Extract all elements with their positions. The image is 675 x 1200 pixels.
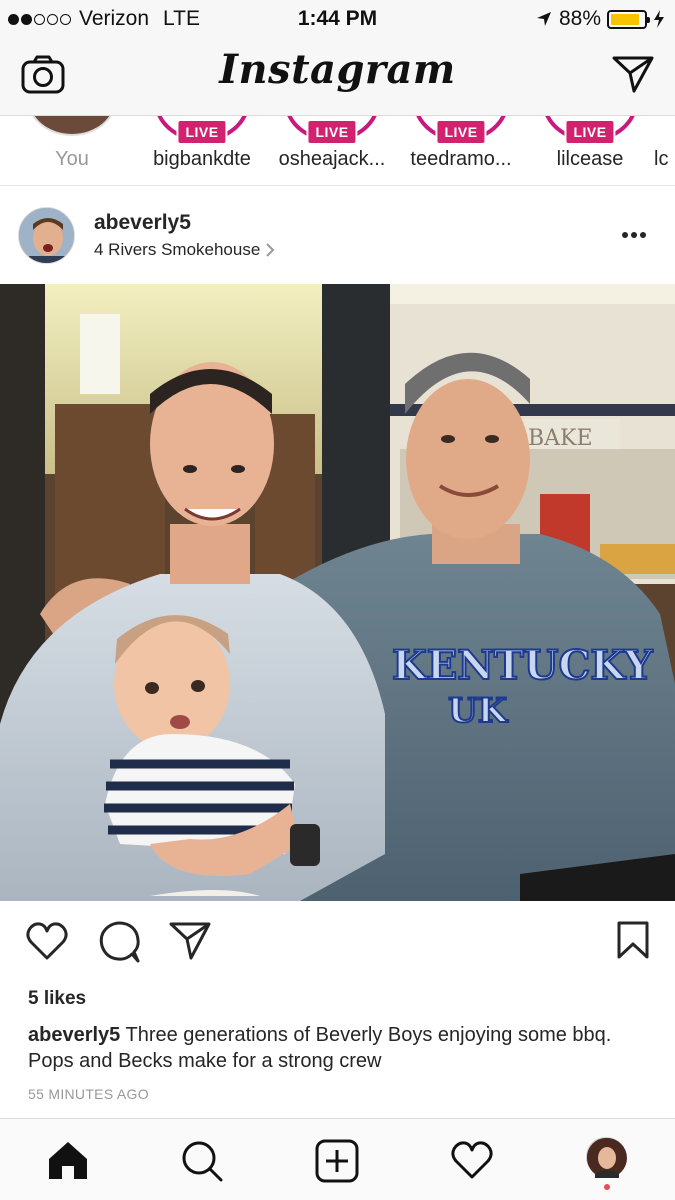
uk-print: UK [448, 691, 509, 731]
post-username[interactable]: abeverly5 [94, 211, 191, 235]
live-badge: LIVE [435, 119, 487, 145]
likes-count[interactable]: 5 likes [28, 988, 86, 1010]
story-you[interactable]: You [7, 116, 137, 185]
post-location[interactable]: 4 Rivers Smokehouse [94, 240, 275, 260]
story-name: bigbankdte [153, 148, 251, 170]
post-author-avatar[interactable] [18, 207, 75, 264]
post-actions [0, 920, 675, 970]
story-lilcease[interactable]: LIVE lilcease [525, 116, 655, 185]
charging-bolt-icon [654, 10, 664, 28]
direct-message-icon[interactable] [611, 54, 655, 94]
app-logo: Instagram [219, 46, 456, 93]
story-name: osheajack... [278, 148, 386, 170]
share-icon[interactable] [168, 920, 212, 962]
avatar [27, 116, 117, 136]
story-name: teedramo... [410, 148, 512, 170]
heart-icon[interactable] [25, 920, 69, 962]
profile-tab[interactable] [586, 1137, 627, 1190]
story-partial[interactable]: lc [654, 116, 675, 185]
caption-username[interactable]: abeverly5 [28, 1024, 120, 1046]
story-name: lc [654, 148, 669, 170]
stories-tray: You LIVE bigbankdte LIVE osheajack... LI… [0, 116, 675, 186]
notification-dot [604, 1184, 610, 1190]
post-photo[interactable]: BAKE KENTUCKY UK [0, 284, 675, 901]
bake-sign: BAKE [528, 426, 593, 451]
post-timestamp: 55 MINUTES AGO [28, 1086, 149, 1102]
photo-scene: BAKE KENTUCKY UK [0, 284, 675, 901]
status-bar: Verizon LTE 1:44 PM 88% [0, 0, 675, 38]
story-teedramo[interactable]: LIVE teedramo... [396, 116, 526, 185]
live-badge: LIVE [564, 119, 616, 145]
battery-percent: 88% [558, 7, 601, 30]
bookmark-icon[interactable] [616, 920, 650, 960]
post-caption: abeverly5 Three generations of Beverly B… [28, 1022, 653, 1074]
new-post-icon[interactable] [315, 1139, 359, 1183]
comment-icon[interactable] [98, 920, 142, 964]
status-right: 88% [535, 7, 665, 31]
search-icon[interactable] [180, 1139, 224, 1183]
location-arrow-icon [536, 12, 551, 26]
profile-avatar [586, 1137, 627, 1178]
live-badge: LIVE [176, 119, 228, 145]
story-bigbankdte[interactable]: LIVE bigbankdte [137, 116, 267, 185]
battery-icon [607, 9, 650, 29]
more-options-icon[interactable] [621, 231, 647, 239]
avatar-image [19, 208, 74, 263]
story-name: lilcease [556, 148, 624, 170]
activity-heart-icon[interactable] [450, 1139, 494, 1181]
home-icon[interactable] [46, 1139, 90, 1181]
story-osheajack[interactable]: LIVE osheajack... [267, 116, 397, 185]
post-header: abeverly5 4 Rivers Smokehouse [0, 187, 675, 283]
location-label: 4 Rivers Smokehouse [94, 240, 261, 259]
chevron-right-icon [266, 243, 275, 257]
top-navigation-bar: Instagram [0, 38, 675, 116]
story-name: You [55, 148, 89, 170]
bottom-tab-bar [0, 1118, 675, 1200]
live-badge: LIVE [306, 119, 358, 145]
kentucky-print: KENTUCKY [392, 642, 653, 689]
